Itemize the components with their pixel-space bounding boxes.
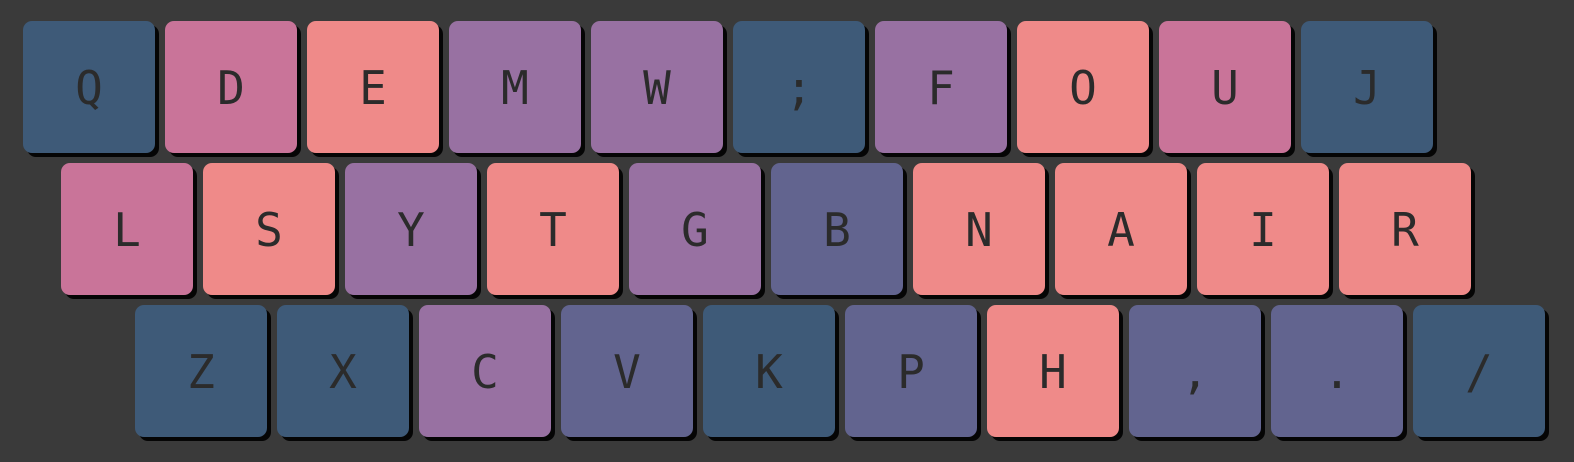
key[interactable]: M <box>449 21 581 153</box>
key[interactable]: ; <box>733 21 865 153</box>
key[interactable]: N <box>913 163 1045 295</box>
key[interactable]: E <box>307 21 439 153</box>
key[interactable]: T <box>487 163 619 295</box>
key[interactable]: K <box>703 305 835 437</box>
key[interactable]: I <box>1197 163 1329 295</box>
key[interactable]: U <box>1159 21 1291 153</box>
key[interactable]: J <box>1301 21 1433 153</box>
key[interactable]: H <box>987 305 1119 437</box>
key[interactable]: S <box>203 163 335 295</box>
keyboard: Q D E M W; F O U J L S Y T G B N A I R Z X C V K P H,. / <box>0 0 1574 462</box>
key[interactable]: L <box>61 163 193 295</box>
key[interactable]: Q <box>23 21 155 153</box>
key[interactable]: . <box>1271 305 1403 437</box>
key[interactable]: , <box>1129 305 1261 437</box>
key[interactable]: B <box>771 163 903 295</box>
key[interactable]: / <box>1413 305 1545 437</box>
key[interactable]: R <box>1339 163 1471 295</box>
key[interactable]: Z <box>135 305 267 437</box>
key[interactable]: V <box>561 305 693 437</box>
key[interactable]: X <box>277 305 409 437</box>
key[interactable]: P <box>845 305 977 437</box>
key[interactable]: O <box>1017 21 1149 153</box>
key[interactable]: F <box>875 21 1007 153</box>
key[interactable]: C <box>419 305 551 437</box>
key[interactable]: W <box>591 21 723 153</box>
key[interactable]: D <box>165 21 297 153</box>
key[interactable]: Y <box>345 163 477 295</box>
key[interactable]: G <box>629 163 761 295</box>
key[interactable]: A <box>1055 163 1187 295</box>
